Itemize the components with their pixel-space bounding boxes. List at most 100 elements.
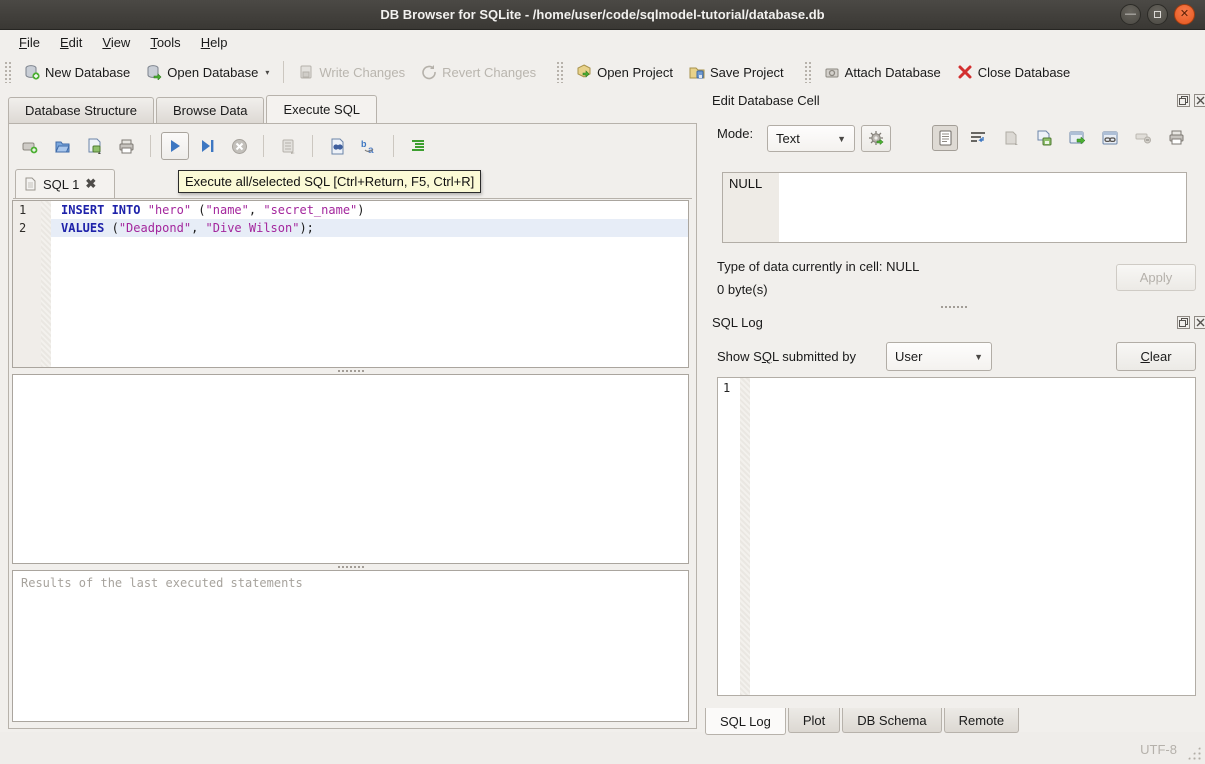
find-replace-button[interactable]: ba [355,132,383,160]
close-dock-icon[interactable] [1194,316,1205,329]
log-filter-select[interactable]: User▼ [886,342,992,371]
tab-db-schema[interactable]: DB Schema [842,708,941,733]
attach-database-button[interactable]: Attach Database [816,59,949,85]
toolbar-grip[interactable] [556,61,564,83]
mode-select[interactable]: Text▼ [767,125,855,152]
splitter-dots-icon [941,305,967,309]
save-sql-file-button[interactable] [80,132,108,160]
encoding-indicator[interactable]: UTF-8 [1140,742,1177,757]
execute-current-line-button[interactable] [193,132,221,160]
editor-toolbar-separator [312,135,313,157]
minimize-button[interactable]: — [1120,4,1141,25]
edit-cell-dock-title: Edit Database Cell [712,93,820,108]
window-arrow-icon [1069,131,1086,146]
import-cell-data-button[interactable] [998,125,1024,151]
toolbar-grip[interactable] [804,61,812,83]
tab-sql-1[interactable]: SQL 1 ✖ [15,169,115,198]
sql-log-dock-title: SQL Log [712,315,763,330]
window-controls: — ✕ [1120,4,1195,25]
import-in-cell-button[interactable] [861,125,891,152]
save-project-icon [689,64,705,80]
toolbar-grip[interactable] [4,61,12,83]
main-tabbar: Database Structure Browse Data Execute S… [8,96,379,123]
window-link-icon [1102,131,1119,146]
apply-button[interactable]: Apply [1116,264,1196,291]
open-project-button[interactable]: Open Project [568,59,681,85]
float-dock-icon[interactable] [1177,94,1190,107]
float-dock-icon[interactable] [1177,316,1190,329]
dock-splitter-handle[interactable] [712,304,1196,309]
splitter-handle[interactable] [12,564,689,569]
print-cell-button[interactable] [1163,125,1189,151]
tab-plot[interactable]: Plot [788,708,840,733]
sql-log-dock-buttons [1177,316,1205,329]
find-button[interactable] [323,132,351,160]
menu-view[interactable]: View [93,33,139,52]
close-database-button[interactable]: Close Database [949,59,1079,85]
menu-tools[interactable]: Tools [141,33,189,52]
results-placeholder: Results of the last executed statements [21,576,303,590]
sql-code-editor[interactable]: 1 2 INSERT INTO "hero" ("name", "secret_… [12,200,689,368]
code-area[interactable]: INSERT INTO "hero" ("name", "secret_name… [51,201,688,367]
new-sql-tab-button[interactable] [16,132,44,160]
execution-results-panel[interactable]: Results of the last executed statements [12,570,689,722]
print-button[interactable] [112,132,140,160]
open-sql-file-button[interactable] [48,132,76,160]
text-mode-button[interactable] [932,125,958,151]
chevron-down-icon: ▼ [974,352,983,362]
edit-cell-dock-buttons [1177,94,1205,107]
new-database-button[interactable]: New Database [16,59,138,85]
resize-grip[interactable] [1187,746,1201,760]
svg-text:a: a [368,145,374,155]
close-button[interactable]: ✕ [1174,4,1195,25]
cell-size-info: 0 byte(s) [717,282,768,297]
log-fold-margin [740,378,750,695]
main-toolbar: New Database Open Database ▾ Write Chang… [0,54,1205,90]
menu-file[interactable]: File [10,33,49,52]
execute-all-button[interactable] [161,132,189,160]
open-project-icon [576,64,592,80]
titlebar: DB Browser for SQLite - /home/user/code/… [0,0,1205,30]
tab-sql-log[interactable]: SQL Log [705,708,786,735]
editor-toolbar-separator [263,135,264,157]
line-number: 2 [13,219,41,237]
text-document-icon [938,130,953,146]
dock-tabbar: SQL Log Plot DB Schema Remote [705,708,1021,735]
open-database-button[interactable]: Open Database ▾ [138,59,277,85]
line-number-gutter: 1 2 [13,201,41,367]
tab-database-structure[interactable]: Database Structure [8,97,154,123]
tab-remote[interactable]: Remote [944,708,1020,733]
save-project-button[interactable]: Save Project [681,59,792,85]
stop-icon [231,138,248,155]
copy-link-button[interactable] [1097,125,1123,151]
gear-import-icon [868,130,885,147]
close-tab-icon[interactable]: ✖ [85,176,96,192]
splitter-handle[interactable] [12,368,689,373]
play-to-line-icon [199,138,215,154]
menu-help[interactable]: Help [192,33,237,52]
revert-changes-button[interactable]: Revert Changes [413,59,544,85]
query-results-grid[interactable] [12,374,689,564]
export-cell-data-button[interactable] [1031,125,1057,151]
execute-tooltip: Execute all/selected SQL [Ctrl+Return, F… [178,170,481,193]
write-changes-button[interactable]: Write Changes [290,59,413,85]
save-results-button[interactable] [274,132,302,160]
menubar: File Edit View Tools Help [0,30,1205,54]
remove-button[interactable] [1130,125,1156,151]
tab-browse-data[interactable]: Browse Data [156,97,264,123]
maximize-button[interactable] [1147,4,1168,25]
close-dock-icon[interactable] [1194,94,1205,107]
tab-execute-sql[interactable]: Execute SQL [266,95,377,123]
format-sql-button[interactable] [404,132,432,160]
menu-edit[interactable]: Edit [51,33,91,52]
word-wrap-button[interactable] [965,125,991,151]
cell-value-editor[interactable]: NULL [722,172,1187,243]
open-database-dropdown-icon[interactable]: ▾ [265,68,269,80]
open-external-button[interactable] [1064,125,1090,151]
clear-log-button[interactable]: Clear [1116,342,1196,371]
revert-changes-icon [421,64,437,80]
save-file-icon [86,138,103,155]
stop-button[interactable] [225,132,253,160]
sql-log-area[interactable]: 1 [717,377,1196,696]
splitter-dots-icon [338,369,364,373]
